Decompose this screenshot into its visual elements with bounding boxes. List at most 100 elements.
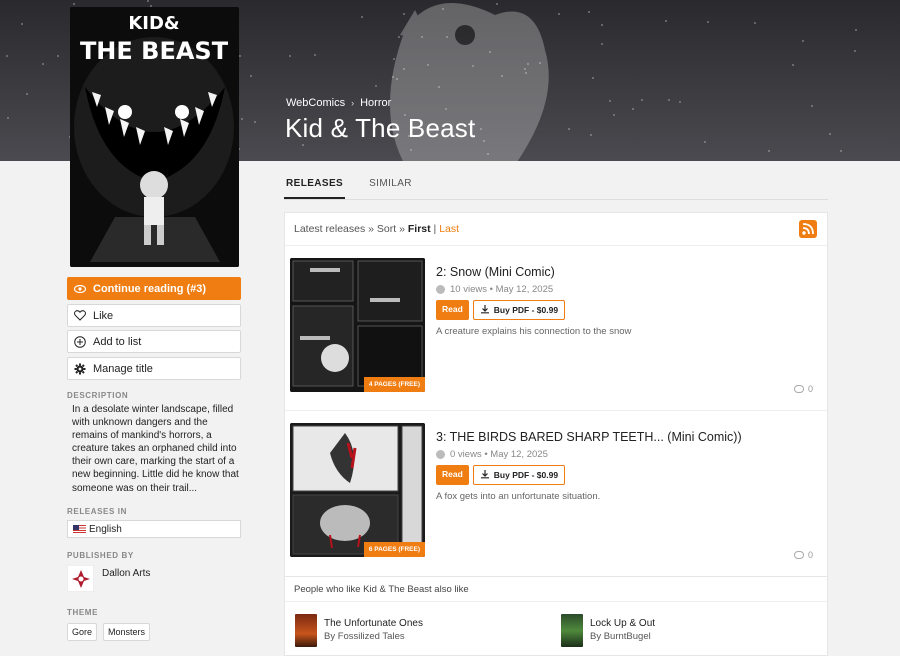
snow-speck	[361, 16, 363, 18]
theme-heading: THEME	[67, 608, 98, 617]
breadcrumb: WebComics › Horror	[286, 97, 391, 109]
release-item[interactable]: 6 PAGES (FREE) 3: THE BIRDS BARED SHARP …	[285, 411, 827, 576]
snow-speck	[613, 114, 615, 116]
separator: |	[433, 223, 437, 235]
similar-item[interactable]: The Unfortunate Ones By Fossilized Tales	[295, 614, 423, 647]
release-thumbnail[interactable]: 6 PAGES (FREE)	[290, 423, 425, 557]
tag-monsters[interactable]: Monsters	[103, 623, 151, 641]
published-by-heading: PUBLISHED BY	[67, 551, 134, 560]
gear-icon	[74, 363, 86, 375]
manage-title-button[interactable]: Manage title	[67, 357, 241, 380]
description-heading: DESCRIPTION	[67, 391, 129, 400]
release-title[interactable]: 2: Snow (Mini Comic)	[436, 265, 555, 279]
snow-speck	[792, 64, 794, 66]
release-description: A creature explains his connection to th…	[436, 326, 632, 337]
snow-speck	[665, 20, 667, 22]
release-meta-text: 0 views • May 12, 2025	[450, 449, 548, 460]
description-text: In a desolate winter landscape, filled w…	[72, 404, 239, 494]
breadcrumb-webcomics[interactable]: WebComics	[286, 97, 345, 109]
snow-speck	[501, 75, 503, 77]
snow-speck	[829, 133, 831, 135]
plus-circle-icon	[74, 335, 86, 348]
snow-speck	[609, 100, 611, 102]
release-actions: Read Buy PDF - $0.99	[436, 465, 566, 485]
release-title[interactable]: 3: THE BIRDS BARED SHARP TEETH... (Mini …	[436, 430, 742, 444]
tab-releases[interactable]: RELEASES	[284, 172, 346, 199]
snow-speck	[254, 121, 256, 123]
buy-pdf-button[interactable]: Buy PDF - $0.99	[472, 465, 566, 485]
publisher[interactable]: Dallon Arts	[67, 565, 150, 592]
comments-count[interactable]: 0	[793, 384, 813, 394]
download-icon	[480, 304, 490, 316]
heart-icon	[74, 310, 86, 322]
snow-speck	[438, 86, 440, 88]
snow-speck	[632, 108, 634, 110]
snow-speck	[7, 117, 9, 119]
sort-first-link[interactable]: First	[408, 223, 431, 235]
similar-title[interactable]: The Unfortunate Ones	[324, 618, 423, 629]
language-label: English	[89, 523, 122, 535]
snow-speck	[811, 105, 813, 107]
similar-item[interactable]: Lock Up & Out By BurntBugel	[561, 614, 655, 647]
release-meta-text: 10 views • May 12, 2025	[450, 284, 554, 295]
tab-bar: RELEASES SIMILAR	[284, 172, 828, 200]
snow-speck	[446, 36, 448, 38]
snow-speck	[489, 51, 491, 53]
snow-speck	[289, 55, 291, 57]
snow-speck	[590, 134, 592, 136]
cover-image: KID& THE BEAST	[70, 7, 239, 267]
views-icon	[436, 285, 445, 294]
tag-gore[interactable]: Gore	[67, 623, 98, 641]
add-to-list-button[interactable]: Add to list	[67, 330, 241, 353]
snow-speck	[588, 11, 590, 13]
release-thumbnail[interactable]: 4 PAGES (FREE)	[290, 258, 425, 392]
snow-speck	[539, 62, 541, 64]
snow-speck	[483, 140, 485, 142]
snow-speck	[302, 144, 304, 146]
snow-speck	[480, 128, 482, 130]
eye-icon	[74, 283, 86, 295]
snow-speck	[241, 118, 243, 120]
snow-speck	[704, 141, 706, 143]
breadcrumb-horror[interactable]: Horror	[360, 97, 391, 109]
snow-speck	[487, 153, 489, 155]
snow-speck	[527, 63, 529, 65]
similar-author: By BurntBugel	[590, 631, 651, 642]
snow-speck	[768, 150, 770, 152]
snow-speck	[73, 3, 75, 5]
snow-speck	[410, 149, 412, 151]
buy-pdf-label: Buy PDF - $0.99	[493, 470, 559, 480]
read-button[interactable]: Read	[436, 300, 469, 320]
snow-speck	[314, 54, 316, 56]
snow-speck	[601, 43, 603, 45]
page-title: Kid & The Beast	[285, 113, 476, 143]
releases-panel: Latest releases » Sort » First | Last 4 …	[284, 212, 828, 577]
snow-speck	[802, 40, 804, 42]
snow-speck	[403, 68, 405, 70]
snow-speck	[57, 55, 59, 57]
rss-icon[interactable]	[799, 220, 817, 238]
comment-icon	[793, 551, 804, 559]
snow-speck	[679, 101, 681, 103]
release-actions: Read Buy PDF - $0.99	[436, 300, 566, 320]
comments-value: 0	[807, 384, 813, 394]
snow-speck	[754, 22, 756, 24]
buy-pdf-button[interactable]: Buy PDF - $0.99	[472, 300, 566, 320]
similar-title[interactable]: Lock Up & Out	[590, 618, 655, 629]
like-button[interactable]: Like	[67, 304, 241, 327]
similar-panel: People who like Kid & The Beast also lik…	[284, 576, 828, 656]
read-button[interactable]: Read	[436, 465, 469, 485]
snow-speck	[668, 99, 670, 101]
snow-speck	[496, 3, 498, 5]
continue-reading-button[interactable]: Continue reading (#3)	[67, 277, 241, 300]
publisher-logo	[67, 565, 94, 592]
language-badge[interactable]: English	[67, 520, 241, 538]
snow-speck	[396, 78, 398, 80]
tab-similar[interactable]: SIMILAR	[367, 172, 414, 199]
sort-last-link[interactable]: Last	[439, 223, 459, 235]
separator: »	[368, 223, 374, 235]
separator: »	[399, 223, 405, 235]
release-item[interactable]: 4 PAGES (FREE) 2: Snow (Mini Comic) 10 v…	[285, 246, 827, 411]
comments-count[interactable]: 0	[793, 550, 813, 560]
snow-speck	[840, 150, 842, 152]
